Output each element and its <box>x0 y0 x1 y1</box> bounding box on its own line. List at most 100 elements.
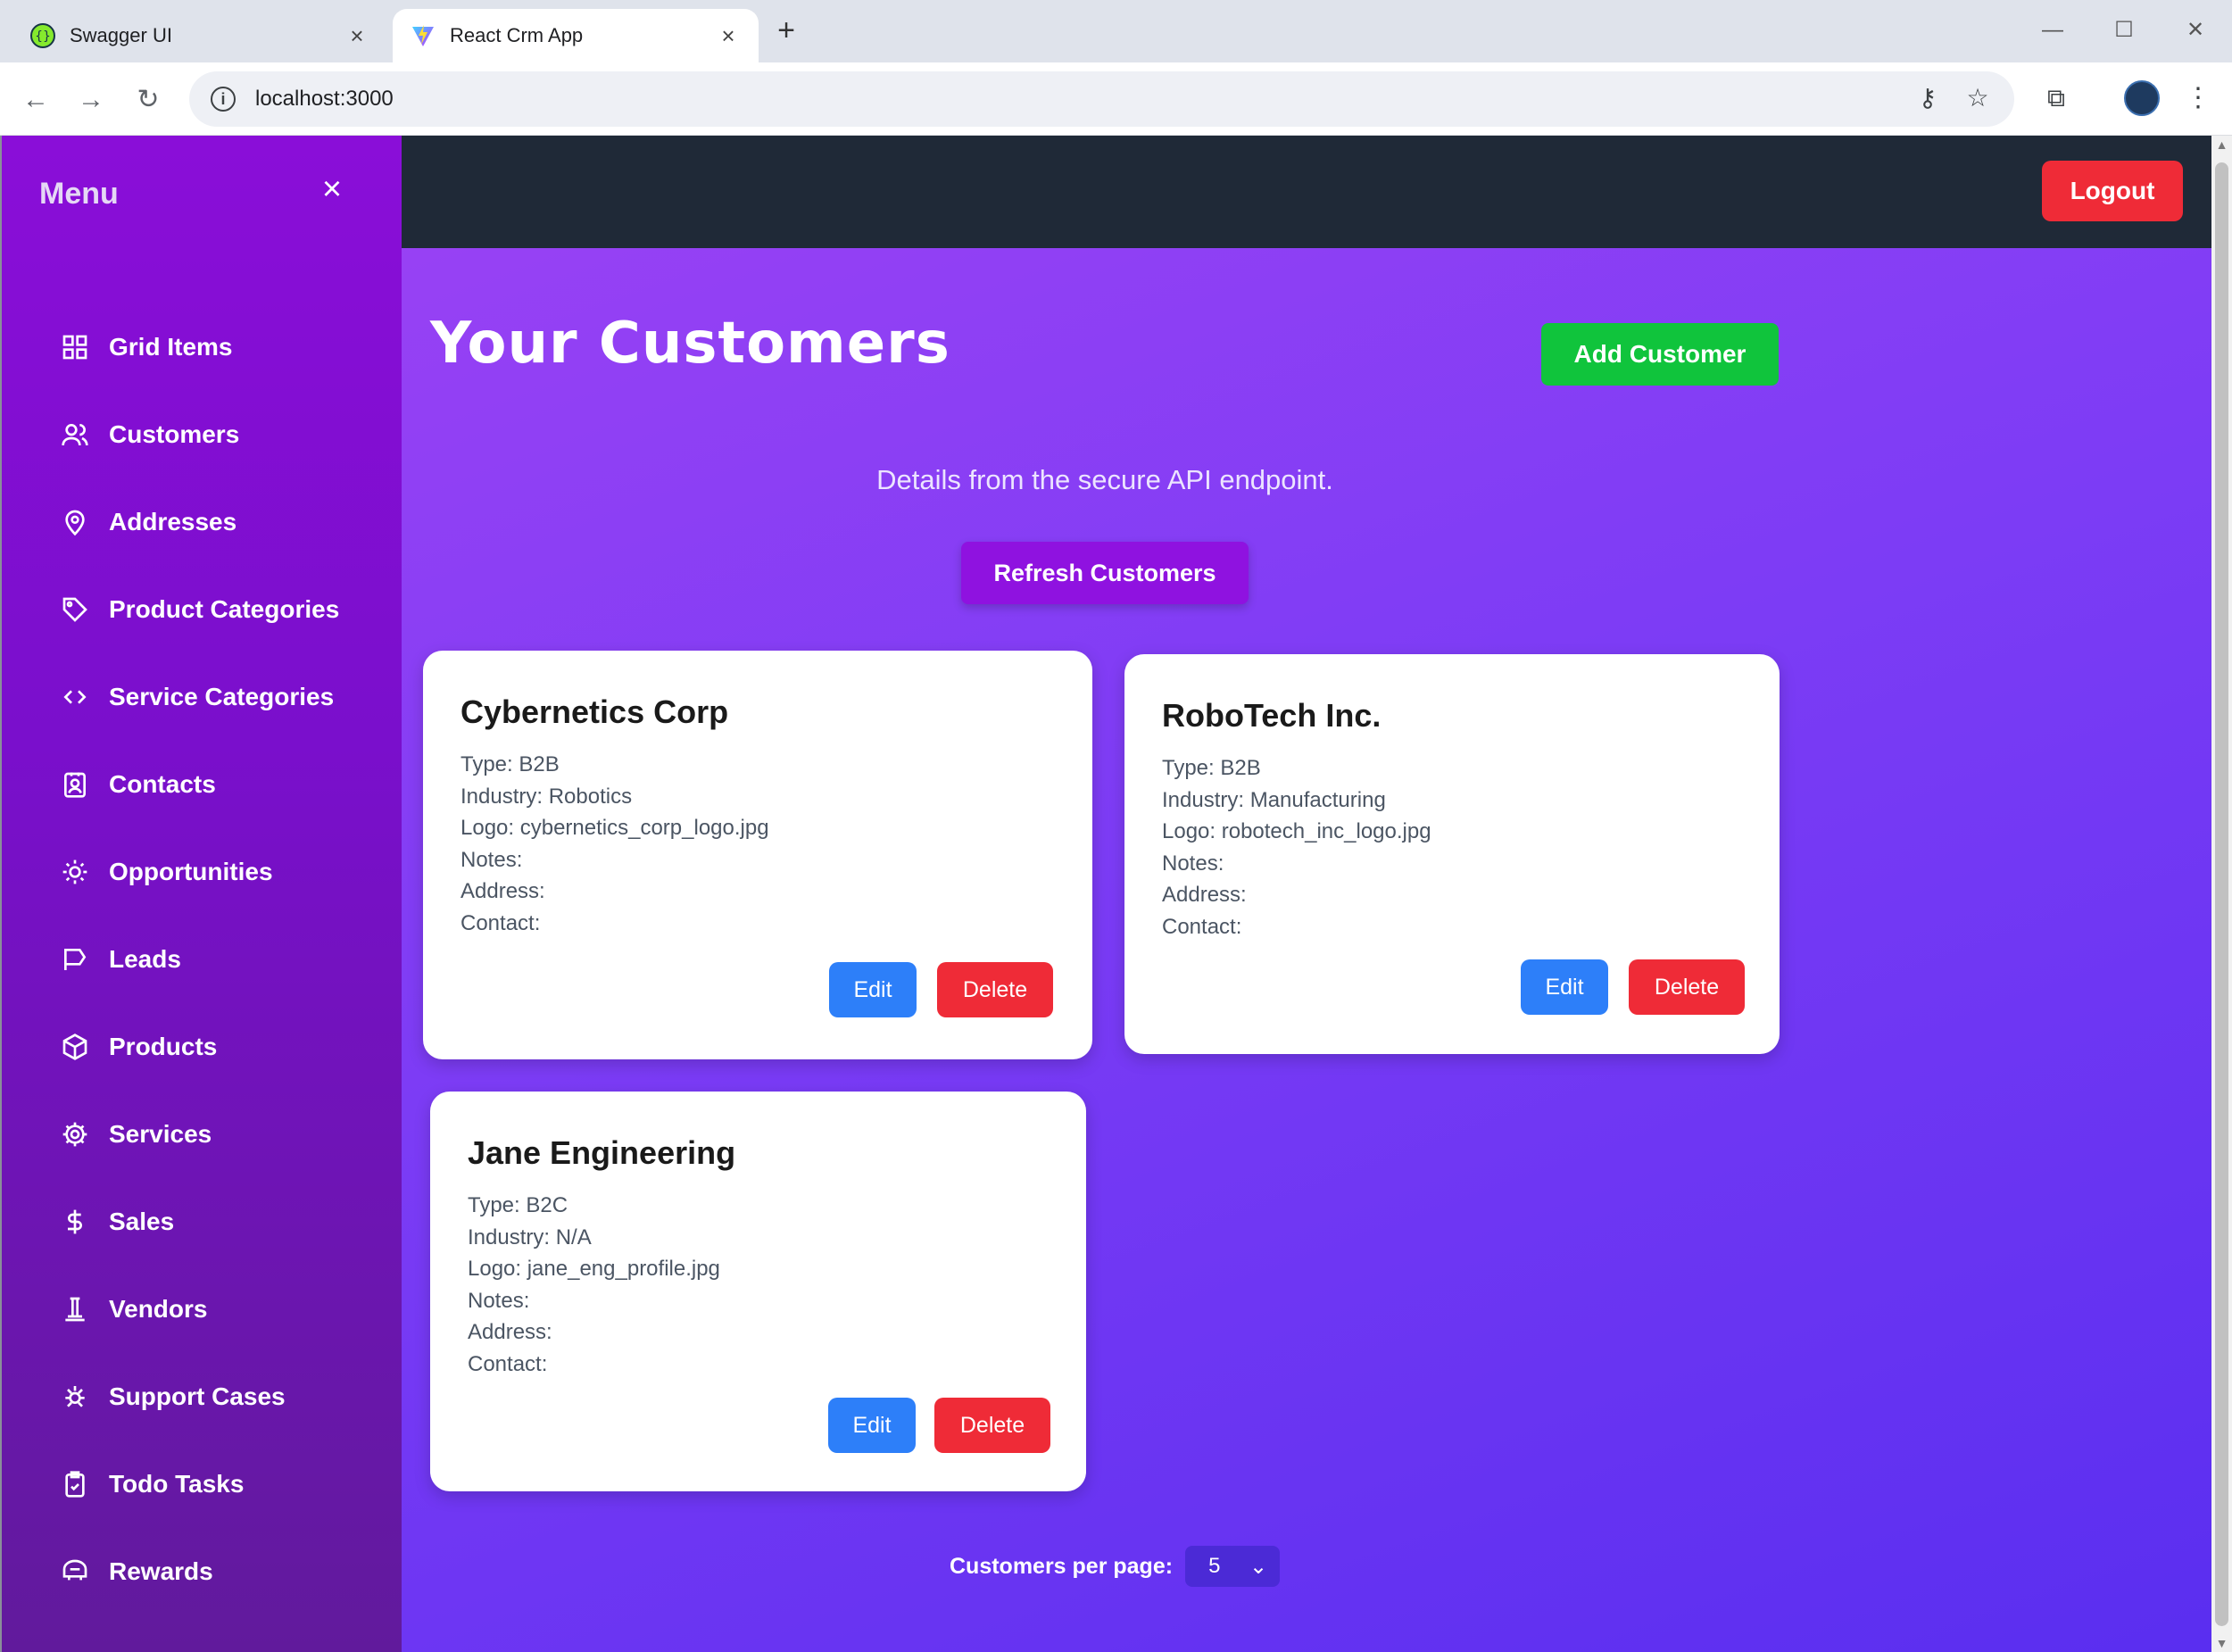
sidebar-item-leads[interactable]: Leads <box>2 916 403 1003</box>
sidebar-item-sales[interactable]: Sales <box>2 1178 403 1266</box>
sidebar-item-service-categories[interactable]: Service Categories <box>2 653 403 741</box>
edit-button[interactable]: Edit <box>1521 959 1608 1015</box>
sidebar-item-label: Opportunities <box>109 858 273 885</box>
per-page-label: Customers per page: <box>950 1553 1174 1579</box>
per-page-select[interactable]: 5 ⌄ <box>1185 1546 1281 1587</box>
customer-name: Cybernetics Corp <box>461 693 729 730</box>
clipboard-check-icon <box>59 1468 91 1500</box>
tag-icon <box>59 594 91 626</box>
sidebar-item-label: Support Cases <box>109 1382 286 1410</box>
box-icon <box>59 1031 91 1063</box>
users-icon <box>59 419 91 451</box>
new-tab-button[interactable]: + <box>769 14 803 48</box>
customer-notes: Notes: <box>461 847 523 872</box>
customer-industry: Industry: Manufacturing <box>1162 787 1386 812</box>
customer-details: Type: B2B Industry: Robotics Logo: cyber… <box>461 749 769 939</box>
customer-industry: Industry: N/A <box>468 1224 592 1249</box>
bookmark-star-icon[interactable]: ☆ <box>1960 80 1996 116</box>
per-page-value: 5 <box>1208 1554 1221 1578</box>
sidebar-title: Menu <box>39 177 119 211</box>
sidebar-item-services[interactable]: Services <box>2 1091 403 1178</box>
customer-card: Jane Engineering Type: B2C Industry: N/A… <box>430 1092 1086 1491</box>
sidebar-item-grid-items[interactable]: Grid Items <box>2 303 403 391</box>
vite-icon <box>411 23 436 48</box>
pagination-control: Customers per page: 5 ⌄ <box>950 1546 1281 1587</box>
customer-notes: Notes: <box>1162 851 1224 876</box>
close-icon[interactable]: × <box>316 172 348 206</box>
sidebar-item-customers[interactable]: Customers <box>2 391 403 478</box>
sidebar-item-label: Contacts <box>109 770 216 798</box>
sidebar-item-vendors[interactable]: Vendors <box>2 1266 403 1353</box>
svg-text:{}: {} <box>35 29 51 44</box>
top-navbar: Logout <box>402 136 2211 248</box>
customer-contact: Contact: <box>461 910 541 935</box>
map-pin-icon <box>59 506 91 538</box>
customer-logo: Logo: cybernetics_corp_logo.jpg <box>461 816 769 840</box>
tab-swagger-ui[interactable]: {} Swagger UI × <box>12 9 387 62</box>
sidebar-item-label: Products <box>109 1033 218 1060</box>
sidebar-item-addresses[interactable]: Addresses <box>2 478 403 566</box>
back-icon[interactable]: ← <box>18 82 54 118</box>
site-info-icon[interactable]: i <box>211 87 236 112</box>
page-scrollbar[interactable]: ▲ ▼ <box>2211 136 2232 1652</box>
customer-type: Type: B2B <box>461 752 560 776</box>
customer-address: Address: <box>461 879 545 903</box>
forward-icon[interactable]: → <box>73 82 109 118</box>
edit-button[interactable]: Edit <box>829 962 917 1017</box>
edit-button[interactable]: Edit <box>828 1398 916 1453</box>
address-bar[interactable]: i localhost:3000 <box>189 71 2014 127</box>
maximize-icon[interactable]: ☐ <box>2097 12 2151 48</box>
sidebar-item-contacts[interactable]: Contacts <box>2 741 403 828</box>
customer-card: RoboTech Inc. Type: B2B Industry: Manufa… <box>1124 654 1780 1054</box>
sidebar-item-products[interactable]: Products <box>2 1003 403 1091</box>
customer-address: Address: <box>468 1320 552 1344</box>
customer-details: Type: B2B Industry: Manufacturing Logo: … <box>1162 752 1431 942</box>
sidebar-item-opportunities[interactable]: Opportunities <box>2 828 403 916</box>
sidebar-item-rewards[interactable]: Rewards <box>2 1528 403 1615</box>
password-key-icon[interactable]: ⚷ <box>1910 80 1946 116</box>
tab-search-icon[interactable]: ⧉ <box>2038 80 2074 116</box>
sidebar-item-product-categories[interactable]: Product Categories <box>2 566 403 653</box>
sidebar-item-label: Grid Items <box>109 333 233 361</box>
sidebar-item-label: Leads <box>109 945 181 973</box>
tab-title: Swagger UI <box>70 24 172 46</box>
delete-button[interactable]: Delete <box>934 1398 1050 1453</box>
logout-button[interactable]: Logout <box>2042 161 2183 221</box>
tab-react-crm-app[interactable]: React Crm App × <box>393 9 759 62</box>
main-content: Logout Your Customers Add Customer Detai… <box>402 136 2211 1652</box>
url-text: localhost:3000 <box>255 87 394 111</box>
scroll-down-icon[interactable]: ▼ <box>2211 1634 2232 1652</box>
customer-address: Address: <box>1162 883 1247 907</box>
app-root: Menu × Grid Items Customers Addresses Pr… <box>0 136 2211 1652</box>
reload-icon[interactable]: ↻ <box>130 82 166 118</box>
minimize-icon[interactable]: — <box>2026 12 2079 48</box>
customer-logo: Logo: robotech_inc_logo.jpg <box>1162 819 1431 843</box>
sidebar-item-todo-tasks[interactable]: Todo Tasks <box>2 1440 403 1528</box>
sidebar-item-label: Product Categories <box>109 595 340 623</box>
sidebar-item-label: Sales <box>109 1208 175 1235</box>
page-subtitle: Details from the secure API endpoint. <box>876 464 1333 495</box>
scroll-up-icon[interactable]: ▲ <box>2211 136 2232 154</box>
customer-notes: Notes: <box>468 1288 530 1313</box>
customer-name: RoboTech Inc. <box>1162 697 1382 734</box>
profile-avatar[interactable] <box>2124 80 2160 116</box>
tab-title: React Crm App <box>450 24 584 46</box>
delete-button[interactable]: Delete <box>1629 959 1745 1015</box>
sun-icon <box>59 856 91 888</box>
add-customer-button[interactable]: Add Customer <box>1541 323 1779 386</box>
browser-tab-bar: {} Swagger UI × React Crm App × + — ☐ ✕ <box>0 0 2232 62</box>
close-tab-icon[interactable]: × <box>716 23 741 48</box>
sidebar-item-label: Service Categories <box>109 683 335 710</box>
browser-menu-icon[interactable]: ⋮ <box>2185 79 2211 118</box>
close-tab-icon[interactable]: × <box>344 23 369 48</box>
refresh-customers-button[interactable]: Refresh Customers <box>961 542 1249 604</box>
code-icon <box>59 681 91 713</box>
scrollbar-thumb[interactable] <box>2215 162 2228 1626</box>
vendor-icon <box>59 1293 91 1325</box>
customer-type: Type: B2C <box>468 1193 568 1217</box>
delete-button[interactable]: Delete <box>937 962 1053 1017</box>
contact-icon <box>59 768 91 801</box>
swagger-icon: {} <box>30 23 55 48</box>
sidebar-item-support-cases[interactable]: Support Cases <box>2 1353 403 1440</box>
close-window-icon[interactable]: ✕ <box>2169 12 2222 48</box>
